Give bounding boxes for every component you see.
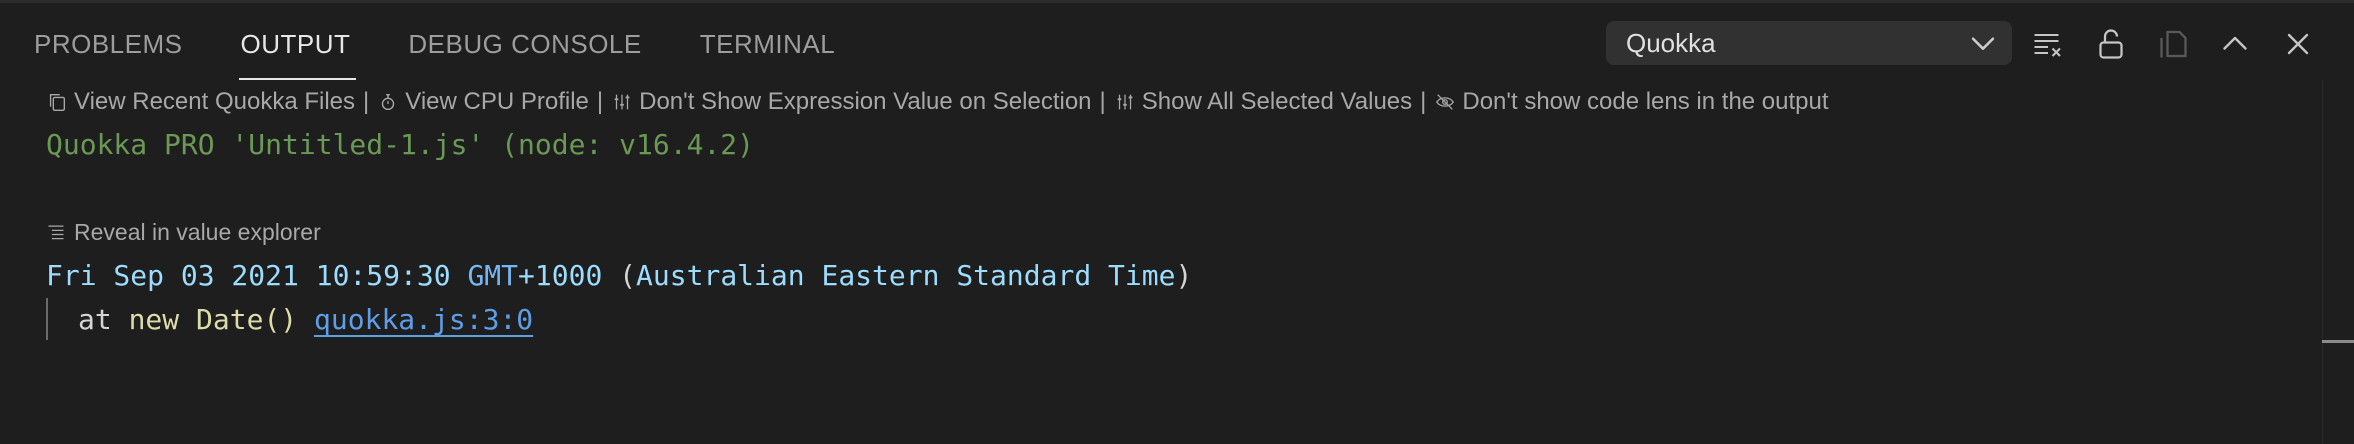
paren-close: ) [1175,259,1193,292]
maximize-panel-icon[interactable] [2215,24,2255,64]
stack-prefix: at [78,303,129,336]
clear-output-icon[interactable] [2028,24,2068,64]
dont-show-code-lens-lens[interactable]: Don't show code lens in the output [1434,88,1829,116]
output-channel-value: Quokka [1626,27,1716,58]
list-tree-icon [48,225,64,240]
files-icon [49,93,66,111]
stack-trace-bar [46,298,48,340]
quokka-header-line: Quokka PRO 'Untitled-1.js' (node: v16.4.… [46,128,755,161]
stack-function: new Date() [128,303,298,336]
chevron-down-icon [1971,37,1995,50]
settings-sliders-icon [1117,94,1133,110]
date-output-line: Fri Sep 03 2021 10:59:30 GMT+1000 (Austr… [46,259,1192,292]
view-cpu-profile-lens[interactable]: View CPU Profile [377,88,589,116]
lock-scroll-icon[interactable] [2091,24,2131,64]
reveal-label: Reveal in value explorer [74,218,321,245]
lens-label: Show All Selected Values [1141,88,1413,115]
lens-label: Don't Show Expression Value on Selection [639,88,1092,115]
lens-label: Don't show code lens in the output [1462,88,1829,115]
lens-separator: | [363,88,370,115]
tab-debug-console[interactable]: DEBUG CONSOLE [408,0,641,80]
code-lens-row: View Recent Quokka Files | View CPU Prof… [46,86,1829,118]
lens-separator: | [1099,88,1106,115]
reveal-in-value-explorer-lens[interactable]: Reveal in value explorer [46,216,321,248]
stopwatch-icon [382,93,395,111]
date-offset: +1000 [518,259,620,292]
tab-problems[interactable]: PROBLEMS [34,0,183,80]
lens-separator: | [596,88,604,115]
output-channel-select[interactable]: Quokka [1606,21,2012,65]
tab-output[interactable]: OUTPUT [238,0,357,80]
scrollbar-track[interactable] [2322,80,2323,444]
lens-label: View Recent Quokka Files [74,88,356,115]
lens-label: View CPU Profile [405,88,589,115]
eye-closed-icon [1436,94,1455,110]
date-gmt: GMT [467,259,519,292]
date-value: Fri Sep 03 2021 10:59:30 [46,259,468,292]
panel-tabs: PROBLEMS OUTPUT DEBUG CONSOLE TERMINAL [34,0,893,80]
scrollbar-marker[interactable] [2322,340,2354,343]
settings-sliders-icon [614,94,630,110]
show-all-selected-values-lens[interactable]: Show All Selected Values [1114,88,1412,116]
date-timezone: Australian Eastern Standard Time [636,259,1176,292]
tab-terminal[interactable]: TERMINAL [700,0,835,80]
stack-location-link[interactable]: quokka.js:3:0 [314,303,533,336]
open-in-editor-icon[interactable] [2155,24,2195,64]
lens-separator: | [1420,88,1427,115]
close-panel-icon[interactable] [2278,24,2318,64]
paren-open: ( [619,259,637,292]
dont-show-expression-value-lens[interactable]: Don't Show Expression Value on Selection [611,88,1092,116]
stack-trace-line: at new Date() quokka.js:3:0 [78,303,533,336]
view-recent-quokka-files-lens[interactable]: View Recent Quokka Files [46,88,355,116]
stack-space [297,303,314,336]
